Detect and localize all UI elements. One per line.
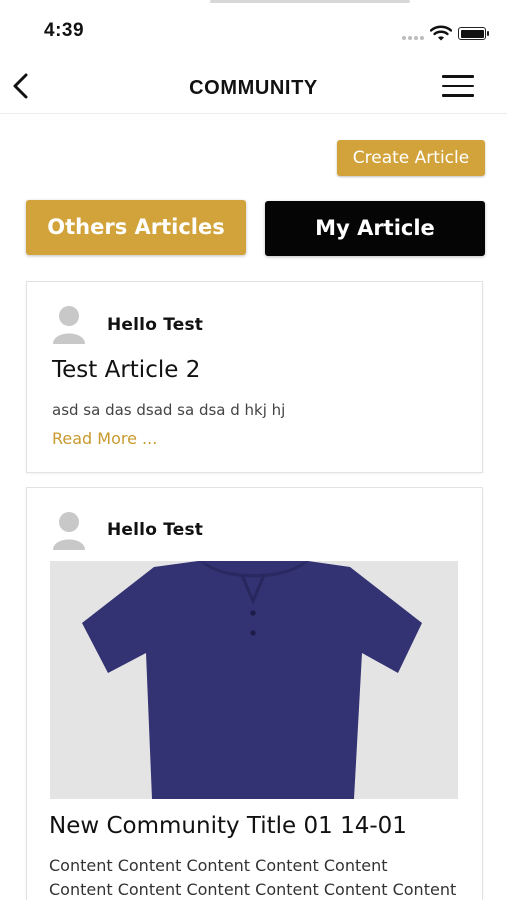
article-card[interactable]: Hello Test Test Article 2 asd sa das dsa…	[26, 281, 483, 473]
read-more-link[interactable]: Read More ...	[52, 429, 157, 448]
hamburger-menu-icon[interactable]	[442, 75, 474, 101]
tab-my-article[interactable]: My Article	[265, 201, 485, 256]
article-author: Hello Test	[107, 315, 204, 335]
article-excerpt: asd sa das dsad sa dsa d hkj hj	[52, 401, 286, 419]
status-time: 4:39	[44, 20, 85, 41]
article-content-line: Content Content Content Content Content …	[49, 880, 457, 899]
user-avatar-icon	[53, 512, 85, 550]
article-title[interactable]: Test Article 2	[52, 357, 200, 383]
article-card[interactable]: Hello Test New Community Title 01 14-01 …	[26, 487, 483, 900]
page-title: COMMUNITY	[189, 77, 318, 99]
notch-indicator	[210, 0, 410, 3]
article-content-line: Content Content Content Content Content	[49, 856, 388, 875]
wifi-icon	[430, 25, 452, 41]
tab-others-articles[interactable]: Others Articles	[26, 200, 246, 255]
article-title[interactable]: New Community Title 01 14-01	[49, 813, 407, 839]
user-avatar-icon	[53, 306, 85, 344]
article-image[interactable]	[50, 561, 458, 799]
polo-shirt-image	[82, 561, 422, 799]
create-article-button[interactable]: Create Article	[337, 140, 485, 176]
navigation-bar: COMMUNITY	[0, 62, 507, 114]
status-bar: 4:39	[0, 0, 507, 62]
cellular-signal-icon	[402, 36, 424, 40]
article-author: Hello Test	[107, 520, 204, 540]
battery-icon	[458, 27, 489, 40]
